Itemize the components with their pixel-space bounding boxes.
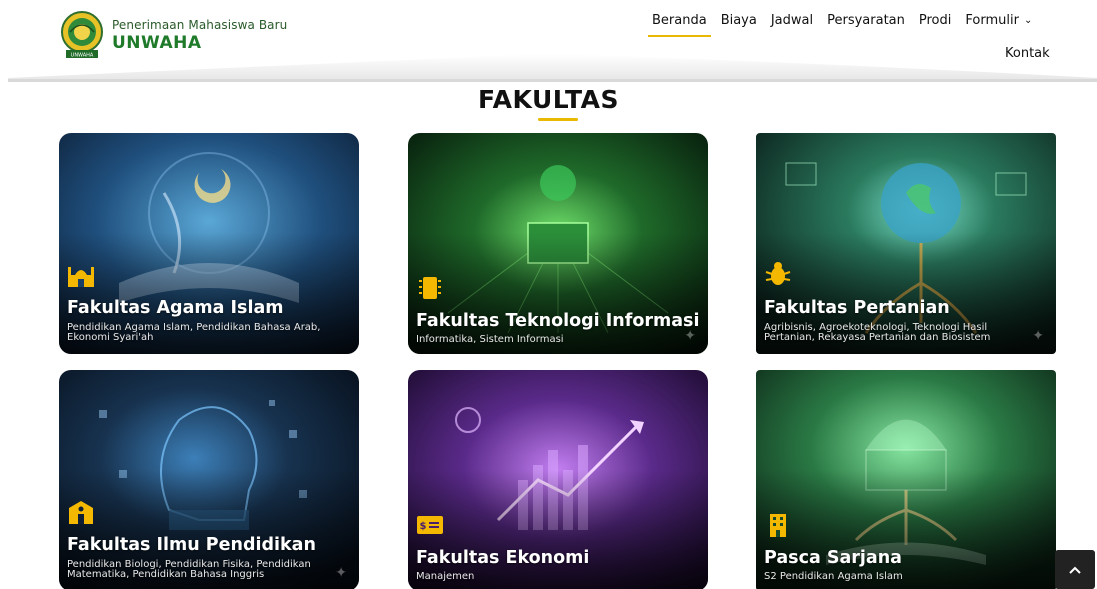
nav-formulir[interactable]: Formulir ⌄ (965, 13, 1032, 28)
faculty-illustration (756, 133, 1056, 354)
sparkle-icon: ✦ (684, 328, 696, 344)
nav-biaya[interactable]: Biaya (721, 13, 757, 28)
mosque-icon (68, 267, 94, 287)
site-header: UNWAHA Penerimaan Mahasiswa Baru UNWAHA … (0, 0, 1097, 84)
card-description: Agribisnis, Agroekoteknologi, Teknologi … (764, 322, 991, 343)
nav-jadwal[interactable]: Jadwal (771, 13, 813, 28)
nav-prodi[interactable]: Prodi (919, 13, 952, 28)
header-divider (8, 54, 1097, 82)
brand-subtitle: Penerimaan Mahasiswa Baru (112, 18, 288, 32)
svg-text:$: $ (420, 521, 427, 532)
card-title: Fakultas Teknologi Informasi (416, 311, 700, 331)
title-underline (538, 118, 578, 121)
school-icon (69, 501, 93, 524)
building-icon (770, 514, 786, 537)
sparkle-icon: ✦ (1032, 328, 1044, 344)
card-title: Fakultas Pertanian (764, 298, 950, 318)
faculty-illustration (59, 370, 359, 589)
sparkle-icon: ✦ (335, 565, 347, 581)
main-nav: Beranda Biaya Jadwal Persyaratan Prodi F… (648, 11, 1046, 37)
brand-name[interactable]: UNWAHA (112, 33, 202, 53)
card-title: Fakultas Ilmu Pendidikan (67, 535, 316, 555)
bug-icon (765, 262, 791, 285)
nav-beranda[interactable]: Beranda (648, 13, 711, 37)
faculty-illustration (59, 133, 359, 354)
card-title: Fakultas Ekonomi (416, 548, 590, 568)
chevron-down-icon: ⌄ (1023, 14, 1033, 26)
nav-persyaratan[interactable]: Persyaratan (827, 13, 905, 28)
chevron-up-icon (1069, 566, 1081, 574)
chip-icon (419, 277, 441, 299)
card-description: Pendidikan Biologi, Pendidikan Fisika, P… (67, 559, 311, 580)
faculty-card-ilmu-pendidikan[interactable]: Fakultas Ilmu Pendidikan Pendidikan Biol… (59, 370, 359, 589)
card-title: Fakultas Agama Islam (67, 298, 284, 318)
faculty-card-agama-islam[interactable]: Fakultas Agama Islam Pendidikan Agama Is… (59, 133, 359, 354)
scroll-to-top-button[interactable] (1055, 550, 1095, 589)
card-title: Pasca Sarjana (764, 548, 902, 568)
card-description: Manajemen (416, 571, 475, 582)
card-description: Pendidikan Agama Islam, Pendidikan Bahas… (67, 322, 321, 343)
nav-formulir-label: Formulir (965, 12, 1019, 28)
card-description: Informatika, Sistem Informasi (416, 334, 564, 345)
section-title: FAKULTAS (477, 85, 620, 114)
faculty-card-pasca-sarjana[interactable]: Pasca Sarjana S2 Pendidikan Agama Islam (756, 370, 1056, 589)
faculty-card-teknologi-informasi[interactable]: Fakultas Teknologi Informasi Informatika… (408, 133, 708, 354)
faculty-card-pertanian[interactable]: Fakultas Pertanian Agribisnis, Agroekote… (756, 133, 1056, 354)
money-icon: $ (417, 516, 443, 534)
faculty-card-ekonomi[interactable]: $ Fakultas Ekonomi Manajemen (408, 370, 708, 589)
card-description: S2 Pendidikan Agama Islam (764, 571, 903, 582)
unwaha-logo[interactable]: UNWAHA (60, 10, 104, 60)
